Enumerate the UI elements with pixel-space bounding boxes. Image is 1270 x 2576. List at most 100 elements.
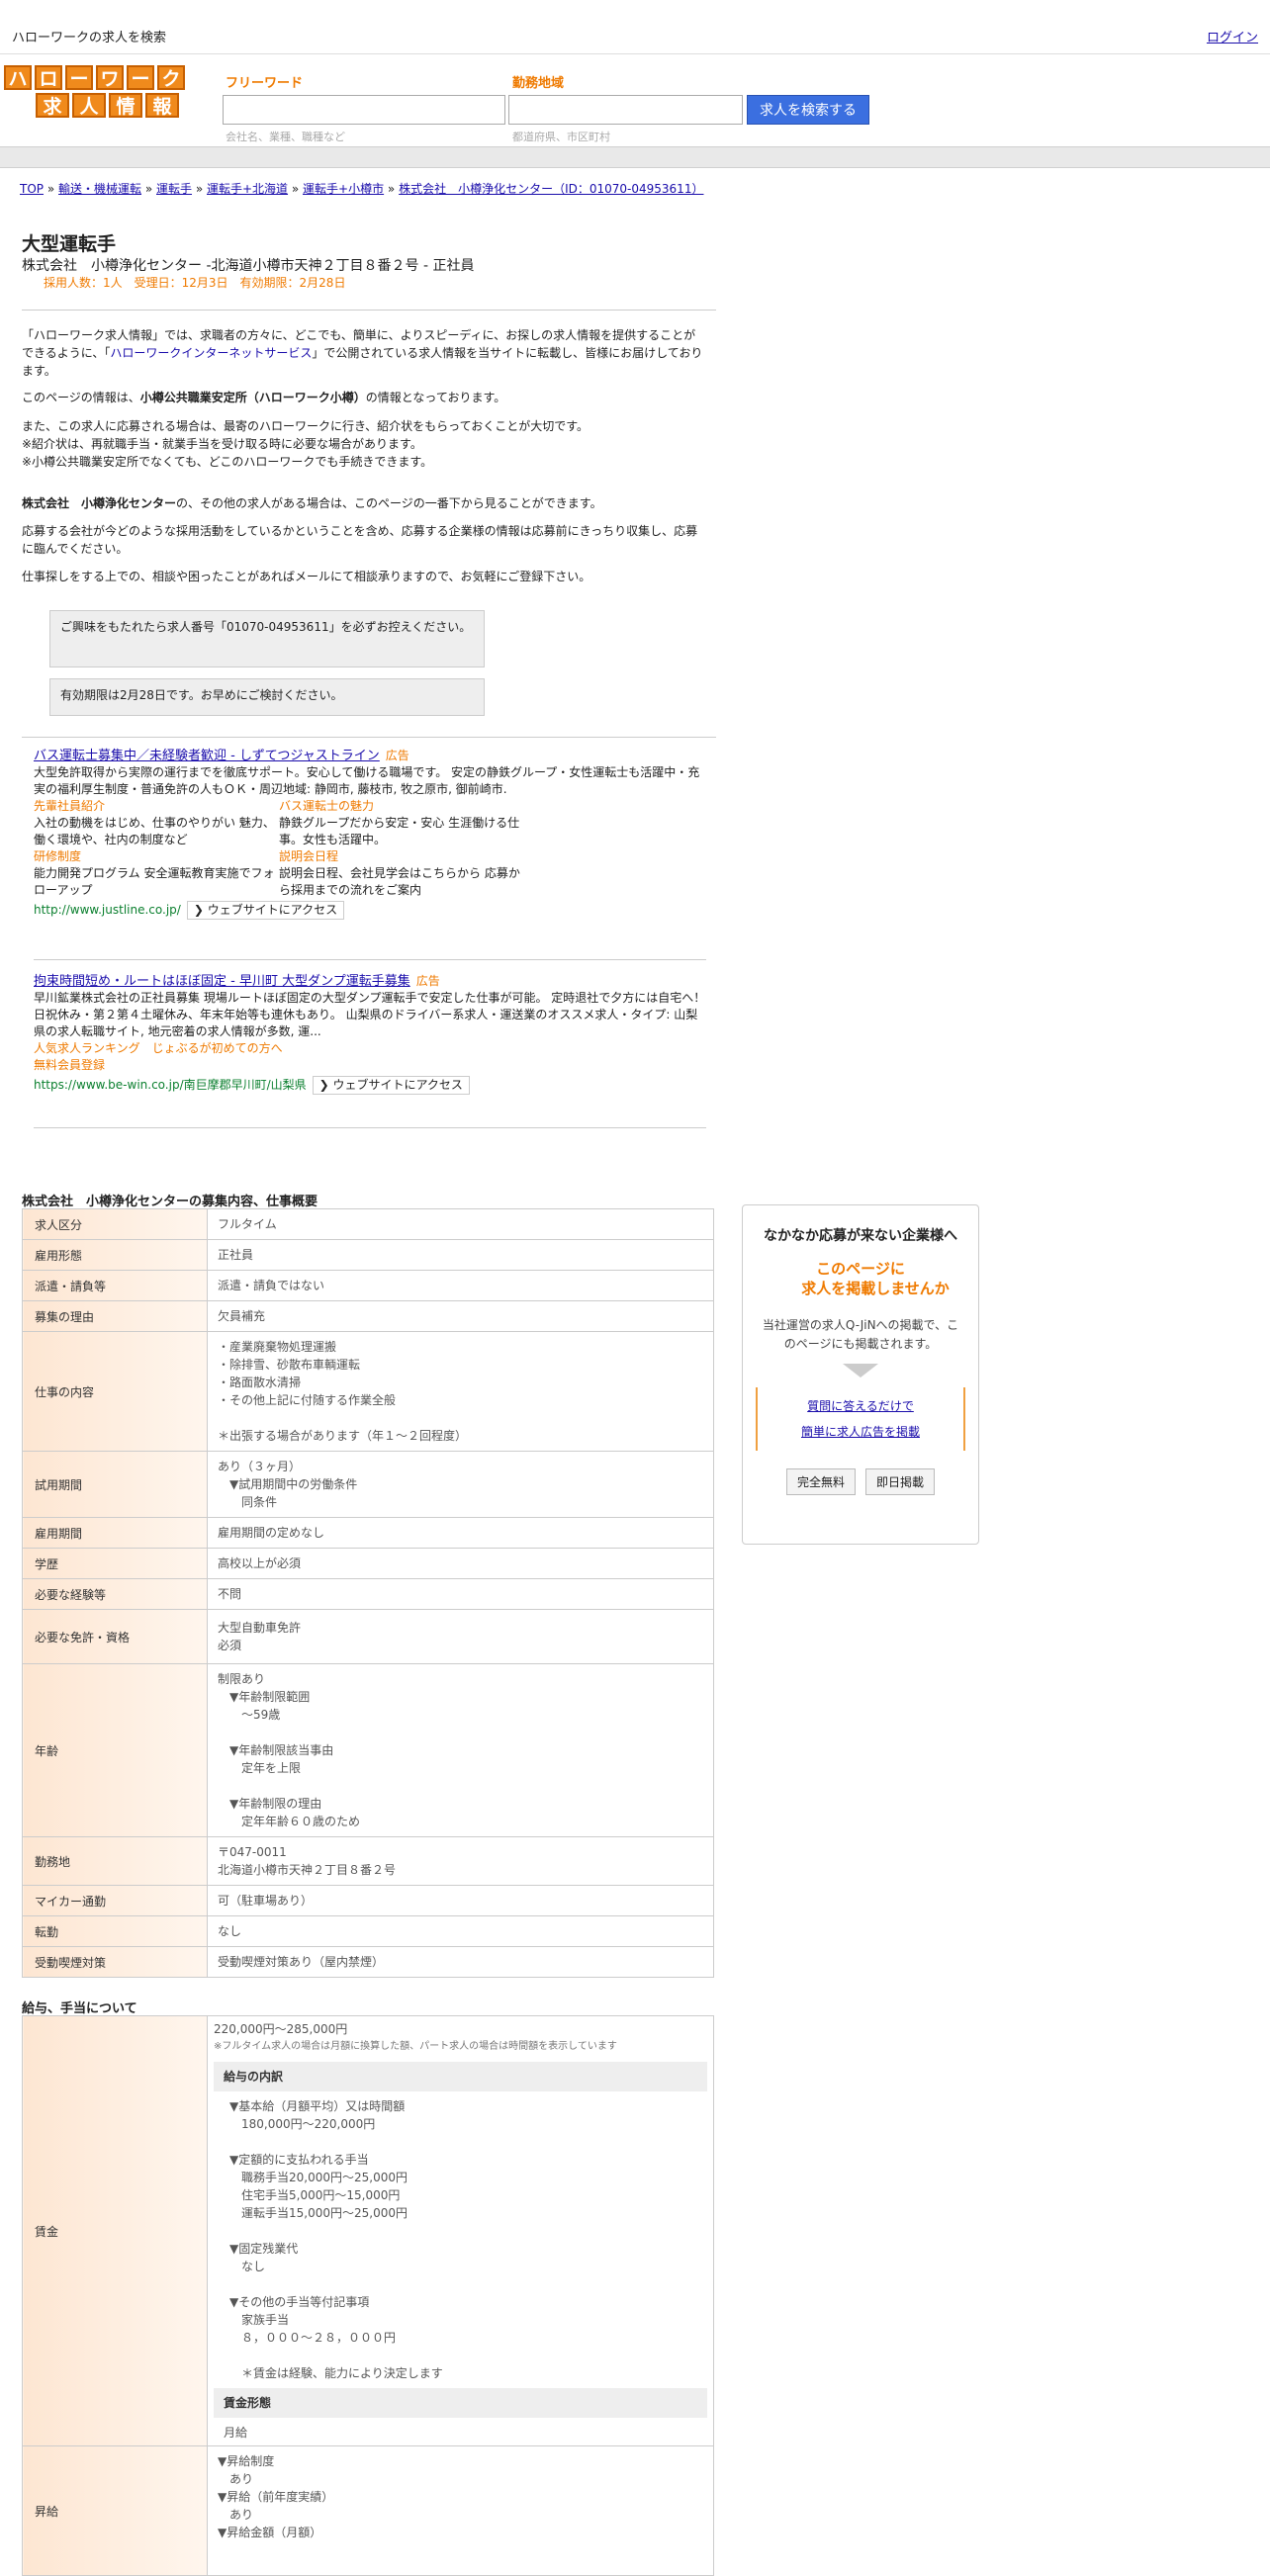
- table-row: 募集の理由 欠員補充: [22, 1300, 714, 1332]
- row-label: 派遣・請負等: [22, 1270, 208, 1301]
- top-bar: ハローワークの求人を検索 ログイン: [0, 0, 1270, 54]
- row-label: 年齢: [22, 1663, 208, 1837]
- breadcrumb: TOP » 輸送・機械運転 » 運転手 » 運転手+北海道 » 運転手+小樽市 …: [20, 180, 703, 197]
- logo-char: 情: [109, 93, 142, 118]
- ad-website-button[interactable]: ❯ ウェブサイトにアクセス: [312, 1076, 470, 1095]
- ad-sitelink-desc: 入社の動機をはじめ、仕事のやりがい 魅力、働く環境や、社内の制度など: [34, 816, 275, 846]
- breadcrumb-separator: »: [192, 182, 207, 196]
- area-label: 勤務地域: [512, 76, 565, 91]
- ad-url[interactable]: http://www.justline.co.jp/: [34, 903, 181, 917]
- salary-table: 賃金 220,000円〜285,000円 ※フルタイム求人の場合は月額に換算した…: [22, 2015, 714, 2576]
- advertiser-promo: なかなか応募が来ない企業様へ このページに 求人を掲載しませんか 当社運営の求人…: [742, 1204, 979, 1545]
- row-value: 正社員: [207, 1239, 714, 1271]
- intro-paragraph-7: 応募する会社が今どのような採用活動をしているかということを含め、応募する企業様の…: [22, 524, 698, 556]
- breadcrumb-separator: »: [141, 182, 156, 196]
- job-meta: 採用人数：1人 受理日：12月3日 有効期限：2月28日: [44, 276, 346, 290]
- promo-link-2[interactable]: 簡単に求人広告を掲載: [801, 1425, 920, 1439]
- breadcrumb-link[interactable]: 運転手: [156, 182, 192, 196]
- row-value: 受動喫煙対策あり（屋内禁煙）: [207, 1946, 714, 1978]
- table-row: 必要な経験等 不問: [22, 1578, 714, 1610]
- ad-title-link[interactable]: バス運転士募集中／未経験者歓迎 - しずてつジャストライン: [34, 749, 380, 763]
- breadcrumb-separator: »: [44, 182, 58, 196]
- breakdown-text: ▼基本給（月額平均）又は時間額 180,000円〜220,000円 ▼定額的に支…: [229, 2099, 443, 2380]
- intro-paragraph-1: 「ハローワーク求人情報」では、求職者の方々に、どこでも、簡単に、よりスピーディに…: [22, 328, 703, 378]
- table-row: 昇給 ▼昇給制度 あり ▼昇給（前年度実績） あり ▼昇給金額（月額）: [22, 2445, 714, 2576]
- table-row: 雇用形態 正社員: [22, 1239, 714, 1271]
- intro-paragraph-4: ※紹介状は、再就職手当・就業手当を受け取る時に必要な場合があります。: [22, 437, 422, 451]
- promo-link-1[interactable]: 質問に答えるだけで: [807, 1399, 914, 1413]
- wage-label: 賃金: [22, 2015, 208, 2446]
- breadcrumb-link[interactable]: 輸送・機械運転: [58, 182, 141, 196]
- ad-sitelink-desc: 静鉄グループだから安定・安心 生涯働ける仕事。女性も活躍中。: [279, 816, 520, 846]
- breadcrumb-link[interactable]: 株式会社 小樽浄化センター（ID：01070-04953611）: [399, 182, 703, 196]
- promo-orange-2: 求人を掲載しませんか: [801, 1280, 950, 1297]
- breadcrumb-link[interactable]: 運転手+小樽市: [303, 182, 384, 196]
- ad-body: 早川鉱業株式会社の正社員募集 現場ルートほぼ固定の大型ダンプ運転手で安定した仕事…: [34, 991, 706, 1038]
- site-title: ハローワークの求人を検索: [12, 31, 167, 45]
- promo-links: 質問に答えるだけで 簡単に求人広告を掲載: [756, 1387, 965, 1451]
- intro-paragraph-8: 仕事探しをする上での、相談や困ったことがあればメールにて相談承りますので、お気軽…: [22, 570, 591, 583]
- intro-paragraph-5: ※小樽公共職業安定所でなくても、どこのハローワークでも手続きできます。: [22, 455, 433, 469]
- logo-char: 求: [36, 93, 69, 118]
- ad-sitelink[interactable]: 先輩社員紹介: [34, 798, 279, 815]
- logo-char: ー: [65, 65, 93, 90]
- row-value: あり（３ヶ月） ▼試用期間中の労働条件 同条件: [207, 1451, 714, 1518]
- logo-char: ハ: [4, 65, 32, 90]
- wage-note: ※フルタイム求人の場合は月額に換算した額、パート求人の場合は時間額を表示していま…: [214, 2041, 617, 2052]
- table-row: 派遣・請負等 派遣・請負ではない: [22, 1270, 714, 1301]
- ad-title-link[interactable]: 拘束時間短め・ルートはほぼ固定 - 早川町 大型ダンプ運転手募集: [34, 974, 410, 989]
- ad-sitelink[interactable]: 無料会員登録: [34, 1057, 706, 1074]
- hellowork-internet-link[interactable]: ハローワークインターネットサービス: [110, 346, 312, 360]
- table-row: 年齢 制限あり ▼年齢制限範囲 〜59歳 ▼年齢制限該当事由 定年を上限 ▼年齢制…: [22, 1663, 714, 1837]
- login-link[interactable]: ログイン: [1207, 27, 1258, 45]
- area-hint: 都道府県、市区町村: [512, 131, 610, 143]
- breakdown-heading: 給与の内訳: [214, 2062, 707, 2091]
- ad-website-button[interactable]: ❯ ウェブサイトにアクセス: [186, 901, 345, 920]
- promo-orange-1: このページに: [816, 1260, 905, 1278]
- table-row: 試用期間 あり（３ヶ月） ▼試用期間中の労働条件 同条件: [22, 1451, 714, 1518]
- row-label: 雇用期間: [22, 1517, 208, 1549]
- divider: [34, 959, 706, 960]
- table-row: マイカー通勤 可（駐車場あり）: [22, 1885, 714, 1916]
- ad-sitelink[interactable]: じょぶるが初めての方へ: [152, 1041, 283, 1055]
- area-input[interactable]: [508, 95, 743, 125]
- row-label: 転勤: [22, 1915, 208, 1947]
- divider: [34, 1127, 706, 1128]
- table-row: 勤務地 〒047-0011 北海道小樽市天神２丁目８番２号: [22, 1836, 714, 1886]
- divider: [22, 737, 716, 738]
- wage-range: 220,000円〜285,000円: [214, 2022, 348, 2036]
- row-value: 〒047-0011 北海道小樽市天神２丁目８番２号: [207, 1836, 714, 1886]
- same-day-button[interactable]: 即日掲載: [865, 1468, 936, 1495]
- ad-sitelink[interactable]: 研修制度: [34, 848, 279, 865]
- row-label: 受動喫煙対策: [22, 1946, 208, 1978]
- raise-label: 昇給: [22, 2445, 208, 2576]
- row-value: フルタイム: [207, 1208, 714, 1240]
- job-subtitle: 株式会社 小樽浄化センター -北海道小樽市天神２丁目８番２号 - 正社員: [22, 258, 475, 274]
- breadcrumb-separator: »: [384, 182, 400, 196]
- row-value: 雇用期間の定めなし: [207, 1517, 714, 1549]
- logo-char: ワ: [96, 65, 124, 90]
- site-logo[interactable]: ハローワーク 求人情報: [4, 65, 185, 121]
- logo-char: 報: [145, 93, 179, 118]
- wage-form-heading: 賃金形態: [214, 2388, 707, 2418]
- breadcrumb-separator: »: [288, 182, 304, 196]
- ad-url[interactable]: https://www.be-win.co.jp/南巨摩郡早川町/山梨県: [34, 1078, 307, 1092]
- table-row: 必要な免許・資格 大型自動車免許 必須: [22, 1609, 714, 1664]
- ad-sitelink[interactable]: 説明会日程: [279, 848, 524, 865]
- ad-sitelink[interactable]: バス運転士の魅力: [279, 798, 524, 815]
- breadcrumb-link[interactable]: 運転手+北海道: [207, 182, 288, 196]
- raise-value: ▼昇給制度 あり ▼昇給（前年度実績） あり ▼昇給金額（月額）: [207, 2445, 714, 2576]
- breadcrumb-link[interactable]: TOP: [20, 182, 44, 196]
- promo-description: 当社運営の求人Q-JiNへの掲載で、このページにも掲載されます。: [762, 1318, 959, 1351]
- table-row: 転勤 なし: [22, 1915, 714, 1947]
- search-button[interactable]: 求人を検索する: [747, 95, 869, 125]
- logo-char: ー: [127, 65, 154, 90]
- keyword-input[interactable]: [223, 95, 505, 125]
- ad-body: 大型免許取得から実際の運行までを徹底サポート。安心して働ける職場です。 安定の静…: [34, 765, 700, 796]
- intro-paragraph-2: このページの情報は、小樽公共職業安定所（ハローワーク小樽）の情報となっております…: [22, 391, 506, 404]
- row-value: ・産業廃棄物処理運搬 ・除排雪、砂散布車輌運転 ・路面散水清掃 ・その他上記に付…: [207, 1331, 714, 1452]
- ad-sitelink[interactable]: 人気求人ランキング: [34, 1041, 140, 1055]
- ad-sitelink-desc: 説明会日程、会社見学会はこちらから 応募から採用までの流れをご案内: [279, 866, 520, 897]
- ad-block-1: バス運転士募集中／未経験者歓迎 - しずてつジャストライン 広告 大型免許取得から…: [34, 748, 706, 920]
- free-button[interactable]: 完全無料: [785, 1468, 856, 1495]
